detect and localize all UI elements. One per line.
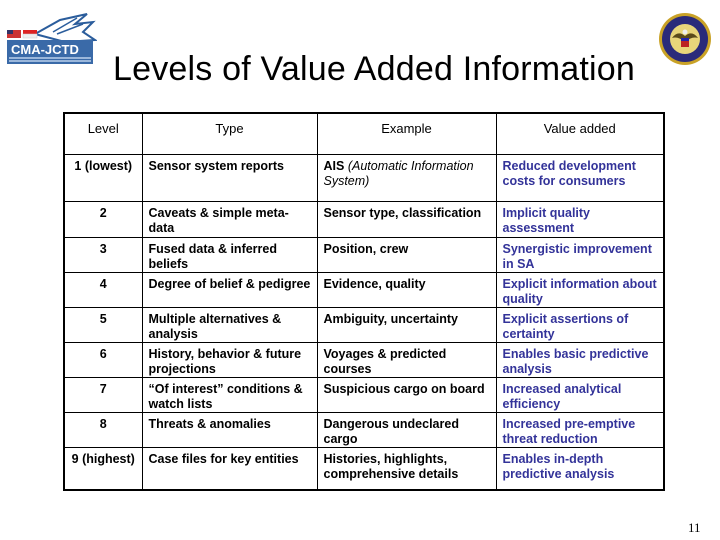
cell-type: Multiple alternatives & analysis bbox=[141, 306, 318, 343]
cell-level: 5 bbox=[63, 306, 143, 343]
table-row: 1 (lowest) Sensor system reports AIS (Au… bbox=[63, 153, 665, 202]
cell-value-added: Enables in-depth predictive analysis bbox=[495, 446, 665, 491]
cell-type: Fused data & inferred beliefs bbox=[141, 236, 318, 273]
cell-value-added: Enables basic predictive analysis bbox=[495, 341, 665, 378]
cell-value-added: Reduced development costs for consumers bbox=[495, 153, 665, 202]
table-row: 5 Multiple alternatives & analysis Ambig… bbox=[63, 306, 665, 343]
page-number: 11 bbox=[688, 520, 701, 535]
cell-example: Position, crew bbox=[316, 236, 497, 273]
table-header-row: Level Type Example Value added bbox=[63, 112, 665, 155]
cell-example: Suspicious cargo on board bbox=[316, 376, 497, 413]
header-level: Level bbox=[63, 112, 143, 155]
page-title: Levels of Value Added Information bbox=[113, 50, 635, 88]
cell-level: 4 bbox=[63, 271, 143, 308]
cell-type: “Of interest” conditions & watch lists bbox=[141, 376, 318, 413]
cell-example: Histories, highlights, comprehensive det… bbox=[316, 446, 497, 491]
example-bold: AIS bbox=[323, 158, 345, 173]
header-value-added: Value added bbox=[495, 112, 665, 155]
table-row: 6 History, behavior & future projections… bbox=[63, 341, 665, 378]
table-row: 2 Caveats & simple meta-data Sensor type… bbox=[63, 200, 665, 238]
example-italic: (Automatic Information System) bbox=[323, 158, 474, 188]
cell-level: 8 bbox=[63, 411, 143, 448]
cell-level: 1 (lowest) bbox=[63, 153, 143, 202]
cell-level: 7 bbox=[63, 376, 143, 413]
cell-value-added: Synergistic improvement in SA bbox=[495, 236, 665, 273]
cell-example: Evidence, quality bbox=[316, 271, 497, 308]
cell-type: Caveats & simple meta-data bbox=[141, 200, 318, 238]
table-row: 8 Threats & anomalies Dangerous undeclar… bbox=[63, 411, 665, 448]
cell-level: 2 bbox=[63, 200, 143, 238]
table-row: 7 “Of interest” conditions & watch lists… bbox=[63, 376, 665, 413]
cell-example: Voyages & predicted courses bbox=[316, 341, 497, 378]
cell-type: Case files for key entities bbox=[141, 446, 318, 491]
cell-type: Degree of belief & pedigree bbox=[141, 271, 318, 308]
cell-value-added: Explicit assertions of certainty bbox=[495, 306, 665, 343]
cell-example: AIS (Automatic Information System) bbox=[316, 153, 497, 202]
cell-value-added: Increased analytical efficiency bbox=[495, 376, 665, 413]
table-row: 3 Fused data & inferred beliefs Position… bbox=[63, 236, 665, 273]
cell-level: 3 bbox=[63, 236, 143, 273]
header-type: Type bbox=[141, 112, 318, 155]
cell-value-added: Increased pre-emptive threat reduction bbox=[495, 411, 665, 448]
cell-value-added: Implicit quality assessment bbox=[495, 200, 665, 238]
header-example: Example bbox=[316, 112, 497, 155]
cell-example: Sensor type, classification bbox=[316, 200, 497, 238]
cell-type: Threats & anomalies bbox=[141, 411, 318, 448]
value-added-table: Level Type Example Value added 1 (lowest… bbox=[63, 112, 665, 491]
cell-example: Dangerous undeclared cargo bbox=[316, 411, 497, 448]
cell-level: 6 bbox=[63, 341, 143, 378]
cell-level: 9 (highest) bbox=[63, 446, 143, 491]
cell-value-added: Explicit information about quality bbox=[495, 271, 665, 308]
cell-type: Sensor system reports bbox=[141, 153, 318, 202]
table-row: 9 (highest) Case files for key entities … bbox=[63, 446, 665, 491]
cell-type: History, behavior & future projections bbox=[141, 341, 318, 378]
cell-example: Ambiguity, uncertainty bbox=[316, 306, 497, 343]
table-row: 4 Degree of belief & pedigree Evidence, … bbox=[63, 271, 665, 308]
